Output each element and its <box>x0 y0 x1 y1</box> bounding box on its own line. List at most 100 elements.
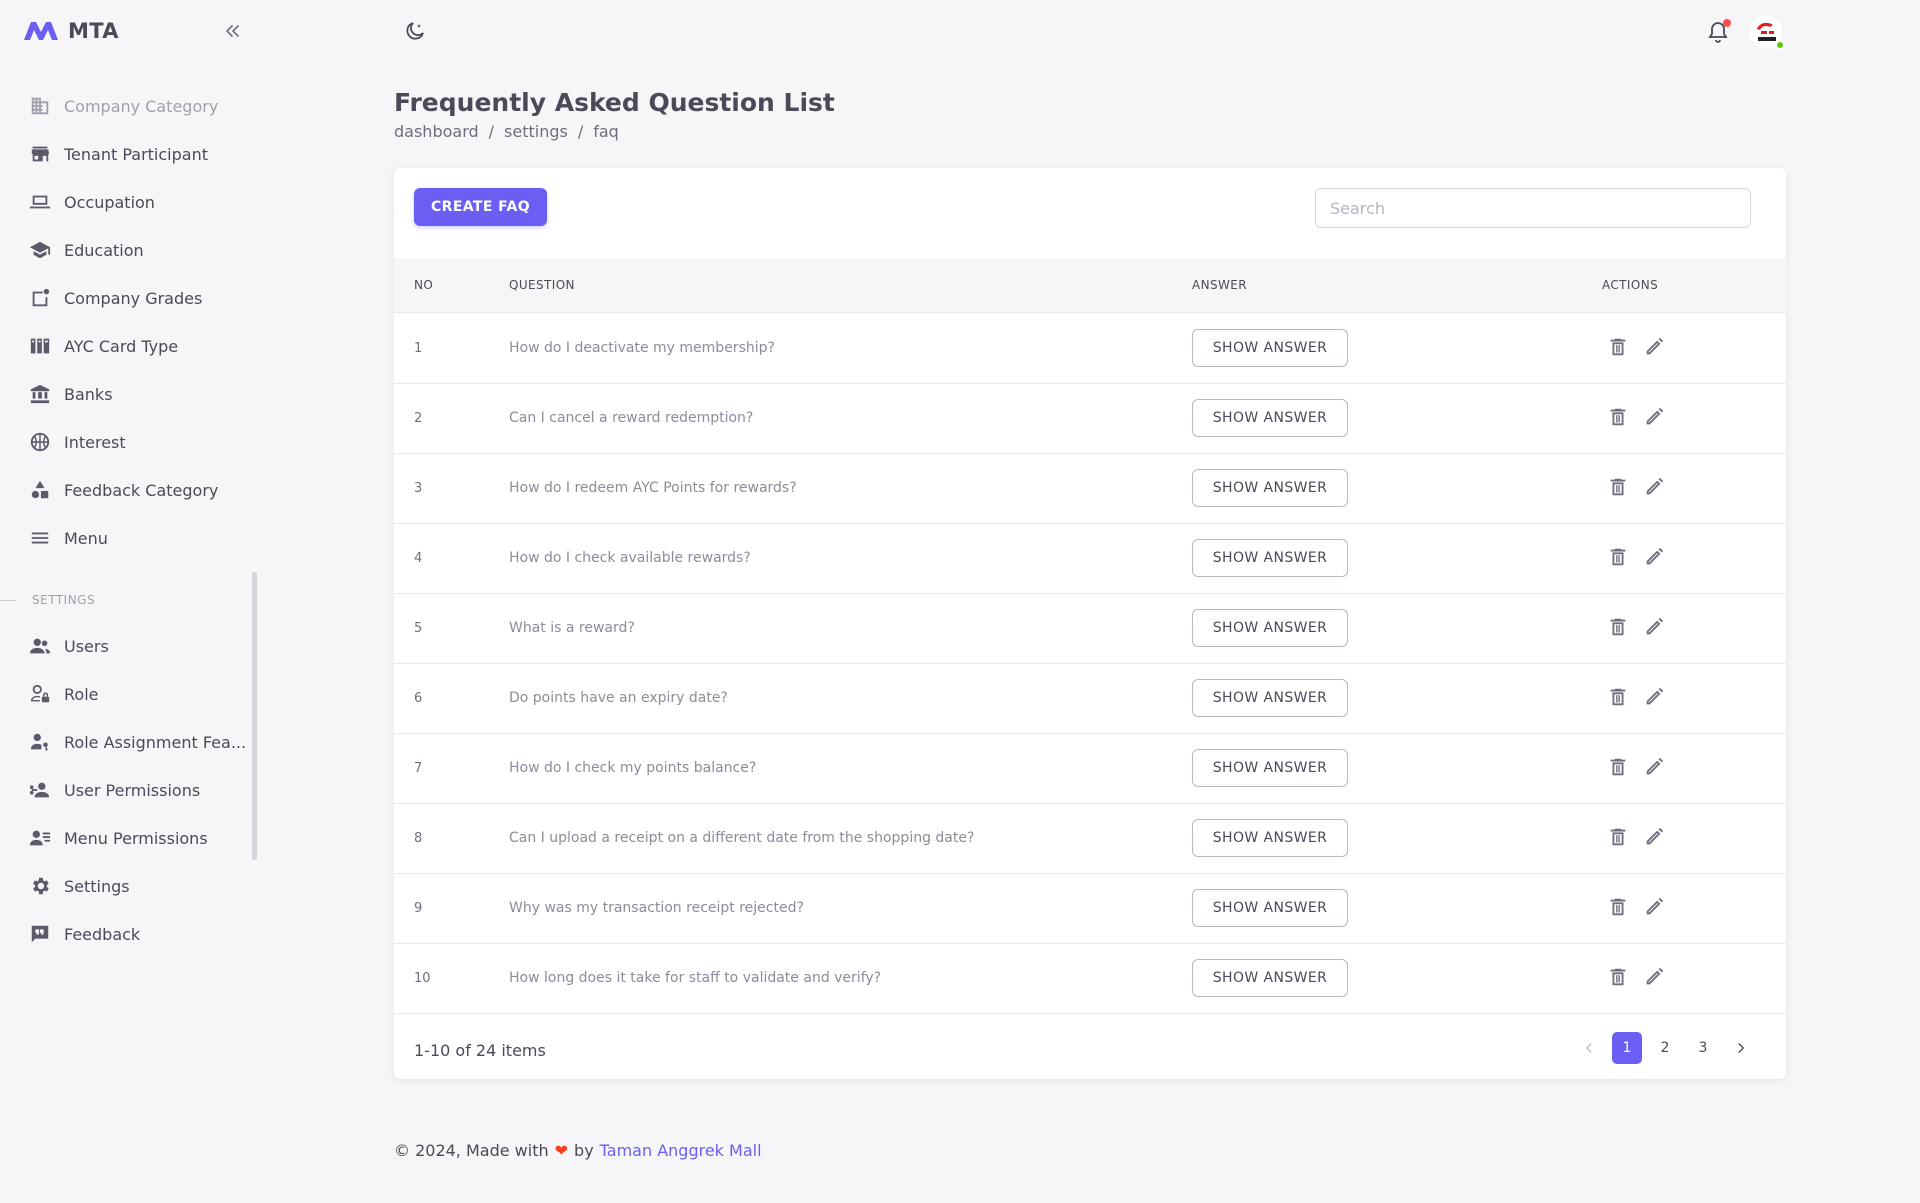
delete-icon[interactable] <box>1607 406 1631 430</box>
sidebar-item-banks[interactable]: Banks <box>0 370 258 418</box>
edit-pencil-icon[interactable] <box>1643 476 1667 500</box>
row-question: How do I deactivate my membership? <box>509 340 775 356</box>
delete-icon[interactable] <box>1607 616 1631 640</box>
sidebar-item-label: Menu Permissions <box>64 828 208 848</box>
brand[interactable]: MTA <box>22 18 119 44</box>
search-input[interactable] <box>1315 188 1751 228</box>
sidebar-scrollbar[interactable] <box>252 572 257 860</box>
row-number: 4 <box>414 551 423 566</box>
breadcrumb-separator: / <box>577 122 584 141</box>
delete-icon[interactable] <box>1607 966 1631 990</box>
sidebar-item-company-category[interactable]: Company Category <box>0 82 258 130</box>
delete-icon[interactable] <box>1607 336 1631 360</box>
row-question: How do I check available rewards? <box>509 550 751 566</box>
show-answer-button[interactable]: SHOW ANSWER <box>1192 679 1348 717</box>
delete-icon[interactable] <box>1607 686 1631 710</box>
column-header-answer: ANSWER <box>1192 278 1247 292</box>
show-answer-button[interactable]: SHOW ANSWER <box>1192 819 1348 857</box>
notification-badge <box>1723 19 1731 27</box>
create-faq-button[interactable]: CREATE FAQ <box>414 188 547 226</box>
delete-icon[interactable] <box>1607 896 1631 920</box>
sidebar-item-label: Interest <box>64 432 126 452</box>
page-button-3[interactable]: 3 <box>1688 1032 1718 1064</box>
edit-pencil-icon[interactable] <box>1643 616 1667 640</box>
sidebar-item-company-grades[interactable]: Company Grades <box>0 274 258 322</box>
show-answer-button[interactable]: SHOW ANSWER <box>1192 469 1348 507</box>
delete-icon[interactable] <box>1607 756 1631 780</box>
menu-icon <box>28 526 52 550</box>
sidebar-item-ayc-card-type[interactable]: AYC Card Type <box>0 322 258 370</box>
breadcrumb-dashboard[interactable]: dashboard <box>394 122 479 141</box>
sidebar-item-education[interactable]: Education <box>0 226 258 274</box>
row-question: Why was my transaction receipt rejected? <box>509 900 804 916</box>
row-number: 2 <box>414 411 423 426</box>
edit-pencil-icon[interactable] <box>1643 336 1667 360</box>
sidebar-item-label: Feedback <box>64 924 141 944</box>
delete-icon[interactable] <box>1607 476 1631 500</box>
sidebar-item-role-assignment[interactable]: Role Assignment Fea... <box>0 718 258 766</box>
sidebar-item-occupation[interactable]: Occupation <box>0 178 258 226</box>
sidebar: MTA Company Category Tenant Participant … <box>0 0 258 1203</box>
show-answer-button[interactable]: SHOW ANSWER <box>1192 609 1348 647</box>
row-number: 1 <box>414 341 423 356</box>
user-lock-icon <box>28 682 52 706</box>
edit-pencil-icon[interactable] <box>1643 546 1667 570</box>
page-button-2[interactable]: 2 <box>1650 1032 1680 1064</box>
next-page-chevron-icon[interactable] <box>1726 1032 1756 1064</box>
sidebar-item-feedback-category[interactable]: Feedback Category <box>0 466 258 514</box>
table-row: 2 Can I cancel a reward redemption? SHOW… <box>394 384 1786 454</box>
collapse-sidebar-icon[interactable] <box>222 20 244 42</box>
footer-company-link[interactable]: Taman Anggrek Mall <box>600 1141 762 1160</box>
sidebar-item-users[interactable]: Users <box>0 622 258 670</box>
edit-pencil-icon[interactable] <box>1643 826 1667 850</box>
edit-pencil-icon[interactable] <box>1643 406 1667 430</box>
brand-name: MTA <box>68 19 119 43</box>
delete-icon[interactable] <box>1607 546 1631 570</box>
row-number: 9 <box>414 901 423 916</box>
user-network-icon <box>28 778 52 802</box>
show-answer-button[interactable]: SHOW ANSWER <box>1192 329 1348 367</box>
sidebar-item-label: Feedback Category <box>64 480 219 500</box>
user-list-icon <box>28 826 52 850</box>
table-row: 6 Do points have an expiry date? SHOW AN… <box>394 664 1786 734</box>
sidebar-settings-nav: Users Role Role Assignment Fea... User P… <box>0 622 258 958</box>
breadcrumb-settings[interactable]: settings <box>504 122 568 141</box>
edit-pencil-icon[interactable] <box>1643 966 1667 990</box>
sidebar-item-tenant-participant[interactable]: Tenant Participant <box>0 130 258 178</box>
edit-pencil-icon[interactable] <box>1643 686 1667 710</box>
sidebar-item-role[interactable]: Role <box>0 670 258 718</box>
gear-icon <box>28 874 52 898</box>
show-answer-button[interactable]: SHOW ANSWER <box>1192 959 1348 997</box>
page-button-1[interactable]: 1 <box>1612 1032 1642 1064</box>
sidebar-item-user-permissions[interactable]: User Permissions <box>0 766 258 814</box>
sidebar-item-interest[interactable]: Interest <box>0 418 258 466</box>
theme-toggle-icon[interactable] <box>402 20 426 44</box>
building-icon <box>28 94 52 118</box>
sidebar-item-label: Menu <box>64 528 108 548</box>
page-title: Frequently Asked Question List <box>394 88 835 117</box>
show-answer-button[interactable]: SHOW ANSWER <box>1192 539 1348 577</box>
row-number: 3 <box>414 481 423 496</box>
sidebar-item-settings[interactable]: Settings <box>0 862 258 910</box>
prev-page-chevron-icon[interactable] <box>1574 1032 1604 1064</box>
show-answer-button[interactable]: SHOW ANSWER <box>1192 399 1348 437</box>
edit-pencil-icon[interactable] <box>1643 896 1667 920</box>
table-row: 3 How do I redeem AYC Points for rewards… <box>394 454 1786 524</box>
sidebar-item-menu[interactable]: Menu <box>0 514 258 562</box>
row-number: 7 <box>414 761 423 776</box>
store-icon <box>28 142 52 166</box>
delete-icon[interactable] <box>1607 826 1631 850</box>
section-label: SETTINGS <box>32 593 96 607</box>
sidebar-item-feedback[interactable]: Feedback <box>0 910 258 958</box>
breadcrumb: dashboard / settings / faq <box>394 122 619 141</box>
sidebar-item-label: User Permissions <box>64 780 201 800</box>
shapes-icon <box>28 478 52 502</box>
show-answer-button[interactable]: SHOW ANSWER <box>1192 889 1348 927</box>
edit-pencil-icon[interactable] <box>1643 756 1667 780</box>
show-answer-button[interactable]: SHOW ANSWER <box>1192 749 1348 787</box>
sidebar-item-menu-permissions[interactable]: Menu Permissions <box>0 814 258 862</box>
table-header: NO QUESTION ANSWER ACTIONS <box>394 258 1786 313</box>
cards-icon <box>28 334 52 358</box>
brand-logo-icon <box>24 22 58 40</box>
table-row: 5 What is a reward? SHOW ANSWER <box>394 594 1786 664</box>
